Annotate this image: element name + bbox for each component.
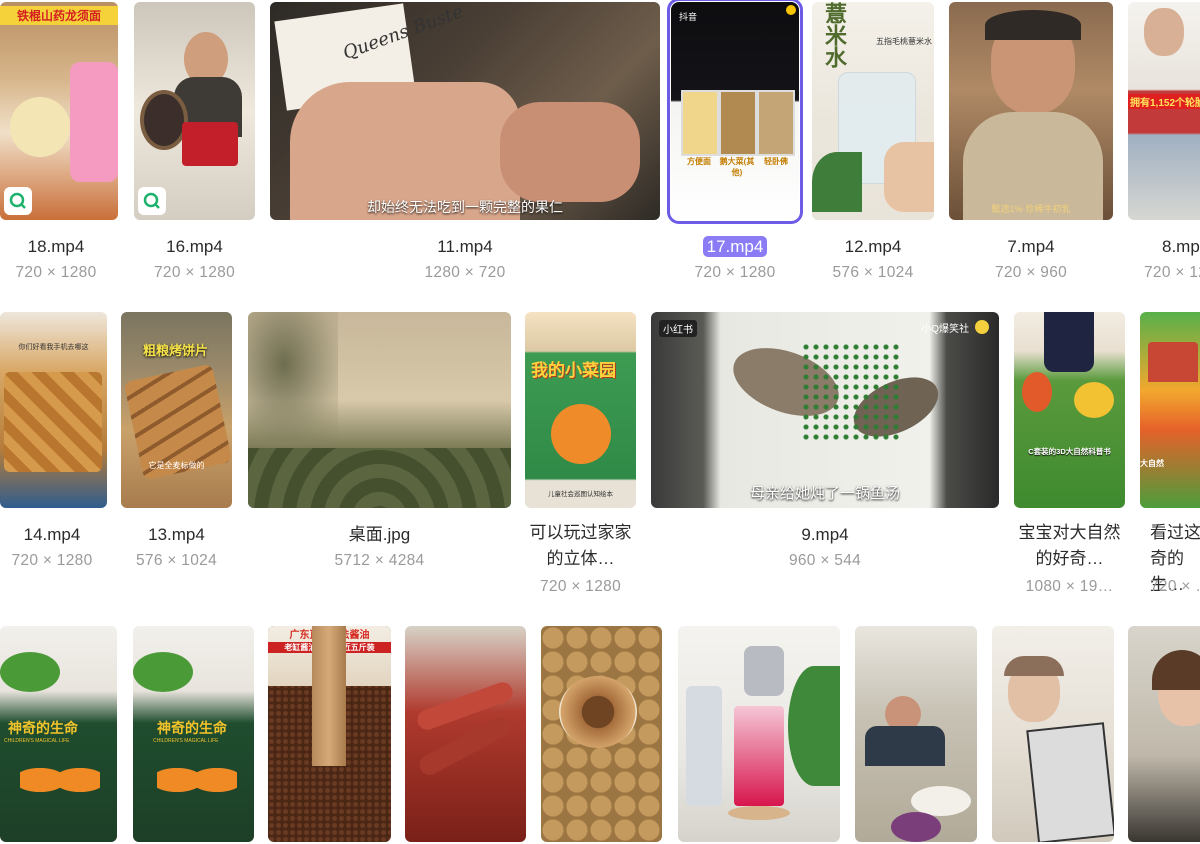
thumb-caption: 甄选1%·珍稀牛初乳 xyxy=(991,204,1071,214)
thumbnail-garden-book[interactable]: 我的小菜园 儿童社会巡图认知绘本 xyxy=(525,312,636,508)
thumbnail-17[interactable]: 抖音 方便面 鹅大菜(其他) 轻卧佛 xyxy=(667,0,803,224)
file-dimensions: 720 × 1280 xyxy=(11,552,93,569)
thumbnail-sausage[interactable] xyxy=(405,626,526,842)
thumbnail-12[interactable]: 薏米水 五指毛桃薏米水 xyxy=(812,2,934,220)
file-name: 桌面.jpg xyxy=(348,525,411,544)
thumb-caption: 它是全麦标做的 xyxy=(148,461,205,470)
thumb-caption: 你们好看我手机去哪这 xyxy=(18,344,89,351)
thumb-title: 粗粮烤饼片 xyxy=(143,343,209,358)
file-dimensions: 720 × 960 xyxy=(994,264,1068,281)
file-dimensions: 1080 × 19… xyxy=(1025,578,1114,595)
thumbnail-11[interactable]: Queens Buste 却始终无法吃到一颗完整的果仁 xyxy=(270,2,660,220)
file-dimensions: 576 × 1024 xyxy=(832,264,914,281)
thumbnail-8[interactable]: 拥有1,152个轮胎 xyxy=(1128,2,1200,220)
thumb-caption: C套装的3D大自然科普书 xyxy=(1028,447,1111,456)
thumb-caption: 五指毛桃薏米水 xyxy=(876,37,932,46)
thumbnail-dining[interactable] xyxy=(855,626,977,842)
app-badge-icon xyxy=(4,187,32,215)
thumb-caption: 大自然 xyxy=(1140,459,1164,468)
thumbnail-life-book-2[interactable]: 神奇的生命 CHILDREN'S MAGICAL LIFE xyxy=(133,626,254,842)
file-name: 9.mp4 xyxy=(801,525,849,544)
thumbnail-13[interactable]: 粗粮烤饼片 它是全麦标做的 xyxy=(121,312,232,508)
thumbnail-life-book-1[interactable]: 神奇的生命 CHILDREN'S MAGICAL LIFE xyxy=(0,626,117,842)
thumbnail-soy-sauce[interactable]: 广东直销古法酱油 老缸酱油 到手将近五斤装 xyxy=(268,626,391,842)
thumbnail-woman[interactable] xyxy=(1128,626,1200,842)
thumb-subtitle: CHILDREN'S MAGICAL LIFE xyxy=(153,738,219,744)
thumbnail-nature-book[interactable]: C套装的3D大自然科普书 xyxy=(1014,312,1125,508)
thumbnail-16[interactable] xyxy=(134,2,255,220)
app-label: 小红书 xyxy=(659,320,697,337)
file-dimensions: 960 × 544 xyxy=(788,552,862,569)
file-dimensions: 576 × 1024 xyxy=(135,552,217,569)
thumb-sign-text: 薏米水 xyxy=(821,2,847,68)
file-name: 7.mp4 xyxy=(1007,237,1055,256)
file-dimensions: 5712 × 4284 xyxy=(334,552,425,569)
thumb-caption: 儿童社会巡图认知绘本 xyxy=(548,491,613,498)
file-name: 11.mp4 xyxy=(437,237,493,256)
thumbnail-popup-book[interactable]: 大自然 xyxy=(1140,312,1200,508)
thumb-subtitle: CHILDREN'S MAGICAL LIFE xyxy=(4,738,70,744)
thumb-banner: 拥有1,152个轮胎 xyxy=(1128,94,1200,109)
file-name: 8.mp4 xyxy=(1162,237,1200,256)
file-name: 13.mp4 xyxy=(148,525,205,544)
thumb-title: 我的小菜园 xyxy=(531,361,616,380)
thumb-banner: 铁棍山药龙须面 xyxy=(0,6,118,25)
file-name: 16.mp4 xyxy=(166,237,223,256)
app-badge-icon xyxy=(138,187,166,215)
file-name: 18.mp4 xyxy=(27,237,85,256)
file-dimensions: 720 × 1280 xyxy=(539,578,621,595)
file-name: 可以玩过家家的立体… xyxy=(529,523,632,568)
thumbnail-18[interactable]: 铁棍山药龙须面 xyxy=(0,2,118,220)
file-name: 12.mp4 xyxy=(844,237,902,256)
app-label: 抖音 xyxy=(679,12,698,22)
file-dimensions: 720 × 1280 xyxy=(153,264,235,281)
video-subtitle: 母亲给她炖了一锅鱼汤 xyxy=(749,485,900,502)
video-subtitle: 却始终无法吃到一颗完整的果仁 xyxy=(367,199,563,215)
thumb-title: 神奇的生命 xyxy=(157,720,227,736)
file-dimensions: 720 × 1280 xyxy=(1144,264,1200,281)
file-dimensions: 1280 × 720 xyxy=(424,264,506,281)
file-name: 宝宝对大自然的好奇… xyxy=(1018,523,1121,568)
thumbnail-9[interactable]: 小红书 小Q爆笑社 母亲给她炖了一锅鱼汤 xyxy=(651,312,999,508)
thumb-label: 方便面 xyxy=(687,157,711,166)
file-dimensions: 720 × 1280 xyxy=(694,264,776,281)
thumbnail-desktop-jpg[interactable] xyxy=(248,312,511,508)
thumb-label: 鹅大菜(其他) xyxy=(719,157,755,177)
file-name: 14.mp4 xyxy=(23,525,81,544)
thumbnail-cocktail[interactable] xyxy=(678,626,840,842)
thumbnail-7[interactable]: 甄选1%·珍稀牛初乳 xyxy=(949,2,1113,220)
thumbnail-woman-paper[interactable] xyxy=(992,626,1114,842)
thumb-label: 轻卧佛 xyxy=(764,157,788,166)
thumbnail-walnut[interactable] xyxy=(541,626,662,842)
thumb-username: 小Q爆笑社 xyxy=(921,324,969,335)
thumb-title: 神奇的生命 xyxy=(8,720,78,736)
file-name-selected: 17.mp4 xyxy=(671,234,799,260)
thumbnail-14[interactable]: 你们好看我手机去哪这 xyxy=(0,312,107,508)
file-dimensions: 720 × … xyxy=(1150,578,1200,595)
file-dimensions: 720 × 1280 xyxy=(15,264,97,281)
